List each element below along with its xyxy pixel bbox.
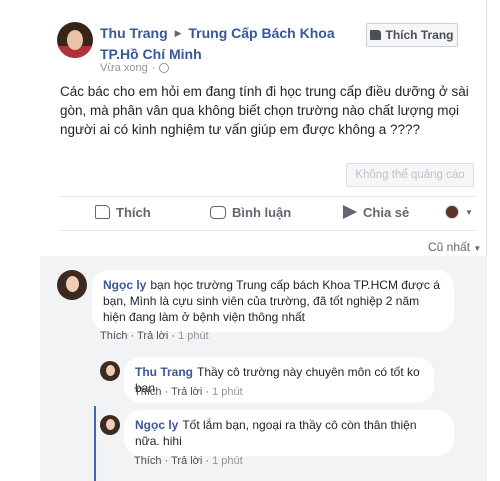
author-avatar[interactable] (57, 22, 93, 58)
like-button[interactable]: Thích (95, 205, 151, 220)
comment-bubble: Ngọc ly bạn học trường Trung cấp bách Kho… (92, 270, 454, 332)
comment-like-link[interactable]: Thích (100, 330, 128, 342)
comment-actions: Thích · Trả lời · 1 phút (134, 455, 243, 467)
comment-button[interactable]: Bình luận (210, 205, 291, 220)
comment-actions: Thích · Trả lời · 1 phút (134, 386, 243, 398)
boost-post-button[interactable]: Không thể quảng cáo (346, 163, 474, 187)
avatar[interactable] (100, 415, 120, 435)
comment-like-link[interactable]: Thích (134, 455, 162, 467)
comment-author[interactable]: Ngọc ly (103, 278, 146, 292)
chevron-down-icon: ▼ (465, 207, 473, 217)
share-icon (343, 205, 357, 219)
chevron-down-icon: ▼ (473, 244, 482, 253)
like-page-label: Thích Trang (385, 28, 454, 42)
post-text: Các bác cho em hỏi em đang tính đi học t… (60, 84, 469, 137)
globe-icon[interactable] (159, 63, 170, 73)
comment-time[interactable]: 1 phút (212, 386, 243, 398)
avatar[interactable] (57, 270, 87, 300)
post-time[interactable]: Vừa xong (100, 62, 148, 74)
post-header: Thu Trang ▶ Trung Cấp Bách Khoa TP.Hồ Ch… (100, 23, 360, 65)
post-card: Thu Trang ▶ Trung Cấp Bách Khoa TP.Hồ Ch… (0, 0, 487, 481)
comment-author[interactable]: Ngọc ly (135, 418, 178, 432)
like-icon (95, 205, 110, 219)
like-page-button[interactable]: Thích Trang (366, 23, 458, 47)
comment-icon (210, 205, 226, 219)
avatar[interactable] (100, 361, 120, 381)
divider (60, 196, 475, 197)
comment-author[interactable]: Thu Trang (135, 365, 193, 379)
like-icon (370, 30, 382, 40)
comment-actions: Thích · Trả lời · 1 phút (100, 330, 209, 342)
comment-text: bạn học trường Trung cấp bách Khoa TP.HC… (103, 278, 440, 324)
reply-indicator (94, 406, 96, 481)
action-bar: Thích Bình luận Chia sẻ ▼ (60, 198, 475, 226)
comment-time[interactable]: 1 phút (178, 330, 209, 342)
reply-bubble: Ngọc ly Tốt lắm bạn, ngoại ra thầy cô còn… (124, 410, 454, 456)
reaction-selector[interactable]: ▼ (445, 205, 473, 219)
comment-time[interactable]: 1 phút (212, 455, 243, 467)
comment-like-link[interactable]: Thích (134, 386, 162, 398)
author-name[interactable]: Thu Trang (100, 25, 168, 41)
comment-reply-link[interactable]: Trả lời (171, 455, 202, 467)
comment-sort-dropdown[interactable]: Cũ nhất ▼ (428, 240, 481, 254)
share-button[interactable]: Chia sẻ (343, 205, 409, 220)
comment-reply-link[interactable]: Trả lời (171, 386, 202, 398)
comment-reply-link[interactable]: Trả lời (137, 330, 168, 342)
post-meta: Vừa xong · (100, 62, 170, 74)
arrow-icon: ▶ (174, 28, 182, 38)
divider (60, 230, 475, 231)
avatar (445, 205, 459, 219)
